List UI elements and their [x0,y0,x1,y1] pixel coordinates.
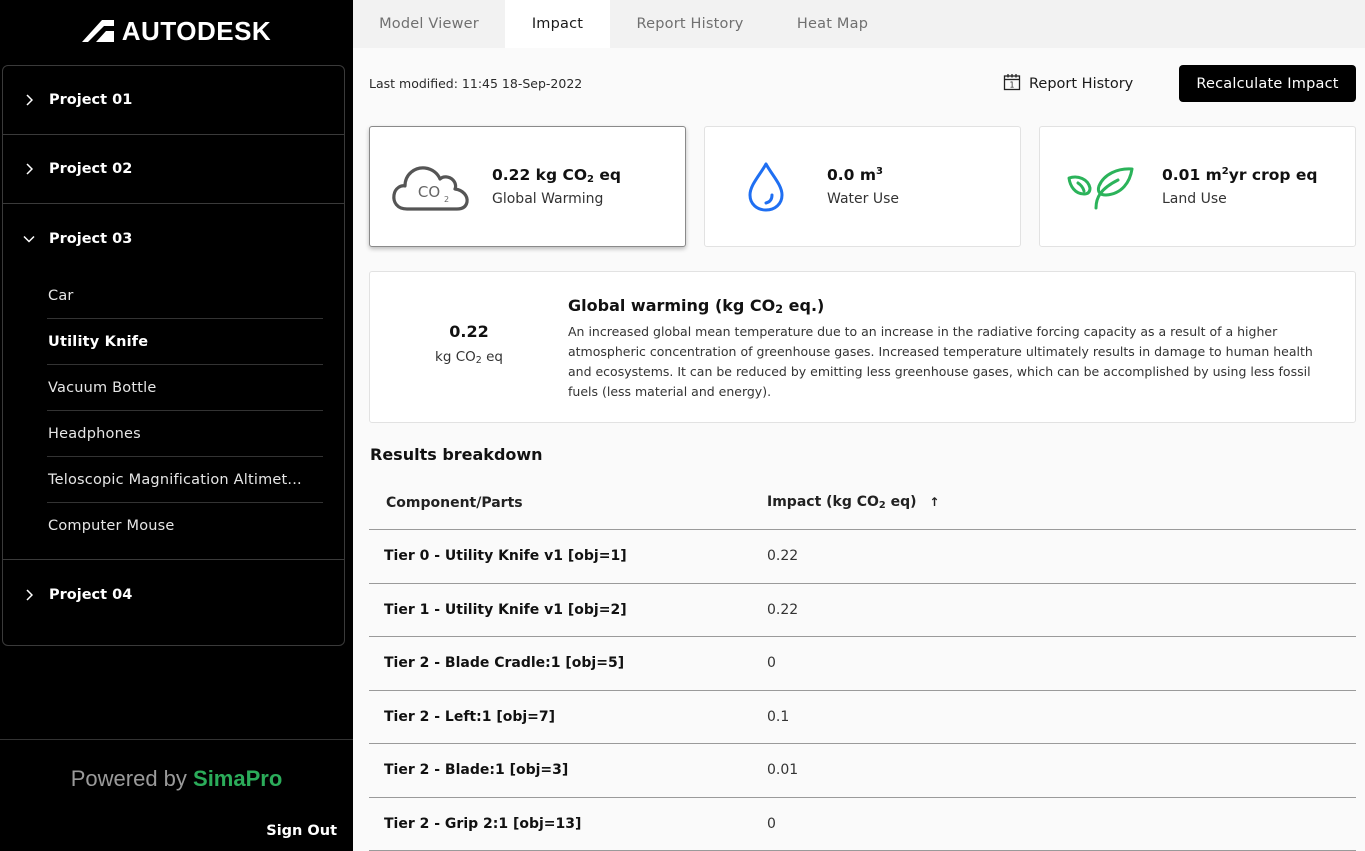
model-item-utility-knife[interactable]: Utility Knife [47,319,323,365]
model-item-vacuum-bottle[interactable]: Vacuum Bottle [47,365,323,411]
leaf-sprout-icon [1040,164,1162,210]
table-row[interactable]: Tier 2 - Blade:1 [obj=3] 0.01 [369,744,1356,798]
tab-heat-map[interactable]: Heat Map [770,0,895,48]
powered-by: Powered by SimaPro [0,766,353,792]
cell-component: Tier 1 - Utility Knife v1 [obj=2] [384,601,627,618]
model-item-teloscopic-magnification-altimeter[interactable]: Teloscopic Magnification Altimet... [47,457,323,503]
sidebar: AUTODESK Project 01 Project 02 Project 0… [0,0,353,851]
column-header-component[interactable]: Component/Parts [369,495,767,511]
table-row[interactable]: Tier 2 - Left:1 [obj=7] 0.1 [369,691,1356,744]
table-header: Component/Parts Impact (kg CO2 eq) ↑ [369,476,1356,530]
project-item-02[interactable]: Project 02 [3,135,344,204]
tab-impact[interactable]: Impact [505,0,610,48]
card-label: Land Use [1162,190,1227,207]
cell-impact: 0.01 [767,762,799,779]
cell-impact: 0 [767,815,776,832]
project-label: Project 04 [49,586,133,603]
impact-cards: CO 2 0.22 kg CO2 eq Global Warming 0.0 m… [369,126,1356,247]
card-value: 0.0 m3 [827,166,883,185]
impact-panel: Last modified: 11:45 18-Sep-2022 1 Repor… [353,48,1365,851]
project-item-03: Project 03 Car Utility Knife Vacuum Bott… [3,204,344,560]
project-label: Project 01 [49,92,133,108]
table-row[interactable]: Tier 2 - Blade Cradle:1 [obj=5] 0 [369,637,1356,691]
detail-value: 0.22 [449,322,489,341]
recalculate-impact-button[interactable]: Recalculate Impact [1179,65,1356,102]
project-item-01[interactable]: Project 01 [3,66,344,135]
project-label: Project 03 [49,230,133,247]
report-history-label: Report History [1029,76,1134,92]
cell-component: Tier 2 - Blade:1 [obj=3] [384,762,569,779]
report-history-link[interactable]: 1 Report History [1003,73,1133,95]
model-item-computer-mouse[interactable]: Computer Mouse [47,503,323,549]
table-row[interactable]: Tier 1 - Utility Knife v1 [obj=2] 0.22 [369,584,1356,637]
project-item-04[interactable]: Project 04 [3,560,344,629]
column-header-impact[interactable]: Impact (kg CO2 eq) ↑ [767,494,939,511]
card-value: 0.22 kg CO2 eq [492,166,621,185]
cell-component: Tier 0 - Utility Knife v1 [obj=1] [384,548,627,565]
sign-out-link[interactable]: Sign Out [266,823,337,839]
chevron-right-icon [23,588,35,601]
card-text: 0.22 kg CO2 eq Global Warming [492,166,621,207]
arrow-up-icon: ↑ [929,495,940,509]
cell-component: Tier 2 - Left:1 [obj=7] [384,708,556,725]
project-label: Project 02 [49,161,133,177]
model-item-car[interactable]: Car [47,273,323,319]
card-global-warming[interactable]: CO 2 0.22 kg CO2 eq Global Warming [369,126,686,247]
chevron-right-icon [23,94,35,106]
chevron-down-icon [23,233,35,245]
powered-by-prefix: Powered by [70,766,194,791]
project-list: Project 01 Project 02 Project 03 Car Uti… [2,65,345,646]
tab-model-viewer[interactable]: Model Viewer [353,0,505,48]
tab-report-history[interactable]: Report History [610,0,770,48]
model-item-headphones[interactable]: Headphones [47,411,323,457]
svg-text:2: 2 [444,195,449,204]
card-label: Water Use [827,190,899,207]
card-value: 0.01 m2yr crop eq [1162,166,1318,185]
chevron-right-icon [23,163,35,175]
card-text: 0.0 m3 Water Use [827,166,899,206]
cell-impact: 0 [767,655,776,672]
detail-title: Global warming (kg CO2 eq.) [568,296,825,316]
results-table: Component/Parts Impact (kg CO2 eq) ↑ Tie… [369,476,1356,851]
card-label: Global Warming [492,191,604,207]
svg-text:1: 1 [1010,81,1015,90]
table-row[interactable]: Tier 2 - Grip 2:1 [obj=13] 0 [369,798,1356,851]
autodesk-logo-icon [81,20,114,42]
project-03-header[interactable]: Project 03 [3,204,344,273]
card-text: 0.01 m2yr crop eq Land Use [1162,166,1318,206]
cell-impact: 0.22 [767,548,799,565]
table-row[interactable]: Tier 0 - Utility Knife v1 [obj=1] 0.22 [369,530,1356,584]
detail-value-block: 0.22 kg CO2 eq [370,322,568,366]
last-modified: Last modified: 11:45 18-Sep-2022 [369,76,583,91]
cell-impact: 0.22 [767,601,799,618]
autodesk-logo: AUTODESK [0,15,353,46]
detail-description-block: Global warming (kg CO2 eq.) An increased… [568,296,1328,402]
results-breakdown-title: Results breakdown [370,445,543,464]
impact-detail: 0.22 kg CO2 eq Global warming (kg CO2 eq… [369,271,1356,423]
svg-text:CO: CO [418,183,440,201]
project-03-items: Car Utility Knife Vacuum Bottle Headphon… [3,273,344,559]
tab-bar: Model Viewer Impact Report History Heat … [353,0,1365,48]
water-drop-icon [705,161,827,213]
detail-description: An increased global mean temperature due… [568,324,1313,399]
cell-component: Tier 2 - Grip 2:1 [obj=13] [384,815,582,832]
sidebar-footer: Powered by SimaPro Sign Out [0,739,353,851]
cell-impact: 0.1 [767,708,790,725]
detail-unit: kg CO2 eq [435,349,503,366]
simapro-logo: SimaPro [193,766,283,791]
brand-name: AUTODESK [121,15,272,46]
card-water-use[interactable]: 0.0 m3 Water Use [704,126,1021,247]
card-land-use[interactable]: 0.01 m2yr crop eq Land Use [1039,126,1356,247]
co2-cloud-icon: CO 2 [370,159,492,215]
calendar-icon: 1 [1003,73,1021,95]
cell-component: Tier 2 - Blade Cradle:1 [obj=5] [384,655,625,672]
